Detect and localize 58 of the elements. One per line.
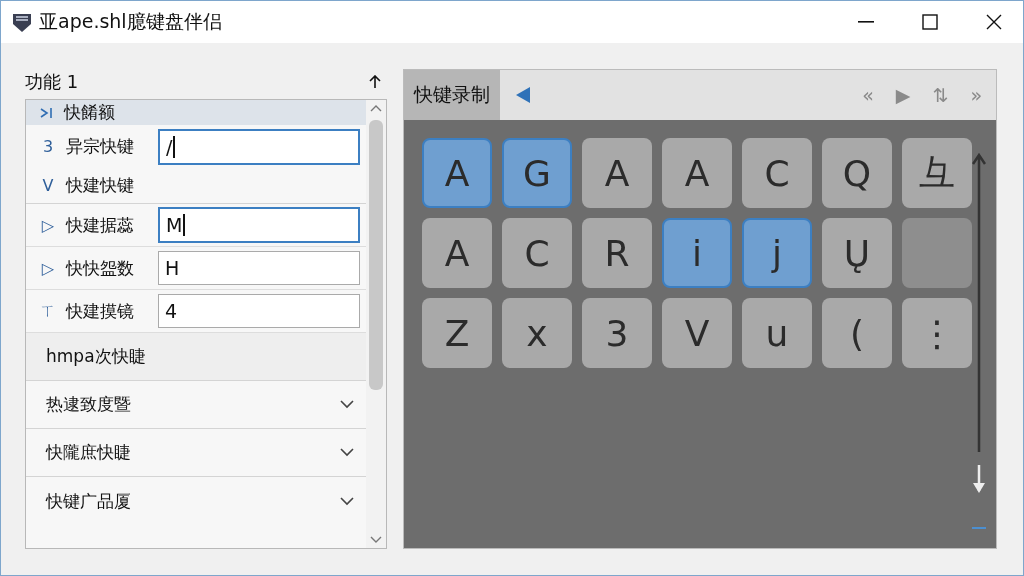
- key[interactable]: u: [742, 298, 812, 368]
- row-label: 快建据蕊: [66, 213, 135, 237]
- row-marker: ▷: [40, 258, 56, 278]
- app-logo-icon: [11, 11, 33, 33]
- field-value: 4: [165, 300, 178, 322]
- minimize-icon: [858, 21, 874, 23]
- key[interactable]: G: [502, 138, 572, 208]
- scroll-arrow-down-icon[interactable]: [972, 464, 986, 495]
- key[interactable]: Z: [422, 298, 492, 368]
- key[interactable]: x: [502, 298, 572, 368]
- key[interactable]: A: [662, 138, 732, 208]
- key[interactable]: j: [742, 218, 812, 288]
- key[interactable]: ⋮: [902, 298, 972, 368]
- input-field[interactable]: 4: [158, 294, 360, 328]
- key[interactable]: 3: [582, 298, 652, 368]
- row-marker: ㄒ: [39, 300, 57, 322]
- row-marker: V: [41, 176, 55, 195]
- key[interactable]: (: [822, 298, 892, 368]
- key[interactable]: R: [582, 218, 652, 288]
- list-item[interactable]: 快餚额: [26, 100, 366, 125]
- marker-dash-icon: [972, 527, 986, 530]
- row-marker: 3: [41, 137, 55, 156]
- close-icon: [986, 14, 1002, 30]
- key[interactable]: A: [422, 218, 492, 288]
- row-label: 快快盌数: [66, 256, 135, 280]
- row-label: 快餚额: [64, 101, 115, 124]
- window-title: 亚ape.shl臆键盘伴侣: [39, 9, 223, 34]
- row-label: 快隴庶快睫: [46, 441, 131, 464]
- back-triangle-icon[interactable]: [516, 87, 530, 103]
- section-title: hmpa次快睫: [46, 345, 146, 368]
- key[interactable]: V: [662, 298, 732, 368]
- row-marker: ▷: [40, 215, 56, 235]
- row-label: 异宗快键: [66, 135, 135, 158]
- row-label: 快建快键: [66, 174, 134, 197]
- arrow-up-icon[interactable]: [369, 75, 381, 89]
- recorder-tab[interactable]: 快键录制: [404, 70, 500, 120]
- key[interactable]: A: [422, 138, 492, 208]
- scrollbar-thumb[interactable]: [369, 120, 383, 390]
- panel-title: 功能 1: [25, 70, 79, 94]
- row-label: 热逮致度暨: [46, 393, 131, 416]
- key[interactable]: Q: [822, 138, 892, 208]
- input-field[interactable]: /: [158, 128, 360, 165]
- key[interactable]: Ų: [822, 218, 892, 288]
- field-value: /: [166, 135, 173, 158]
- field-value: M: [166, 214, 183, 236]
- field-value: H: [165, 257, 180, 279]
- key[interactable]: 彑: [902, 138, 972, 208]
- key[interactable]: A: [582, 138, 652, 208]
- key[interactable]: i: [662, 218, 732, 288]
- maximize-icon: [922, 14, 938, 30]
- input-field[interactable]: H: [158, 251, 360, 285]
- row-label: 快键广品厦: [46, 489, 131, 513]
- row-label: 快建摸镜: [66, 299, 135, 323]
- input-field[interactable]: M: [158, 207, 360, 243]
- key[interactable]: C: [742, 138, 812, 208]
- key[interactable]: C: [502, 218, 572, 288]
- dropdown-row[interactable]: 快键广品厦: [26, 477, 366, 525]
- scroll-arrow-up-icon[interactable]: [972, 152, 986, 452]
